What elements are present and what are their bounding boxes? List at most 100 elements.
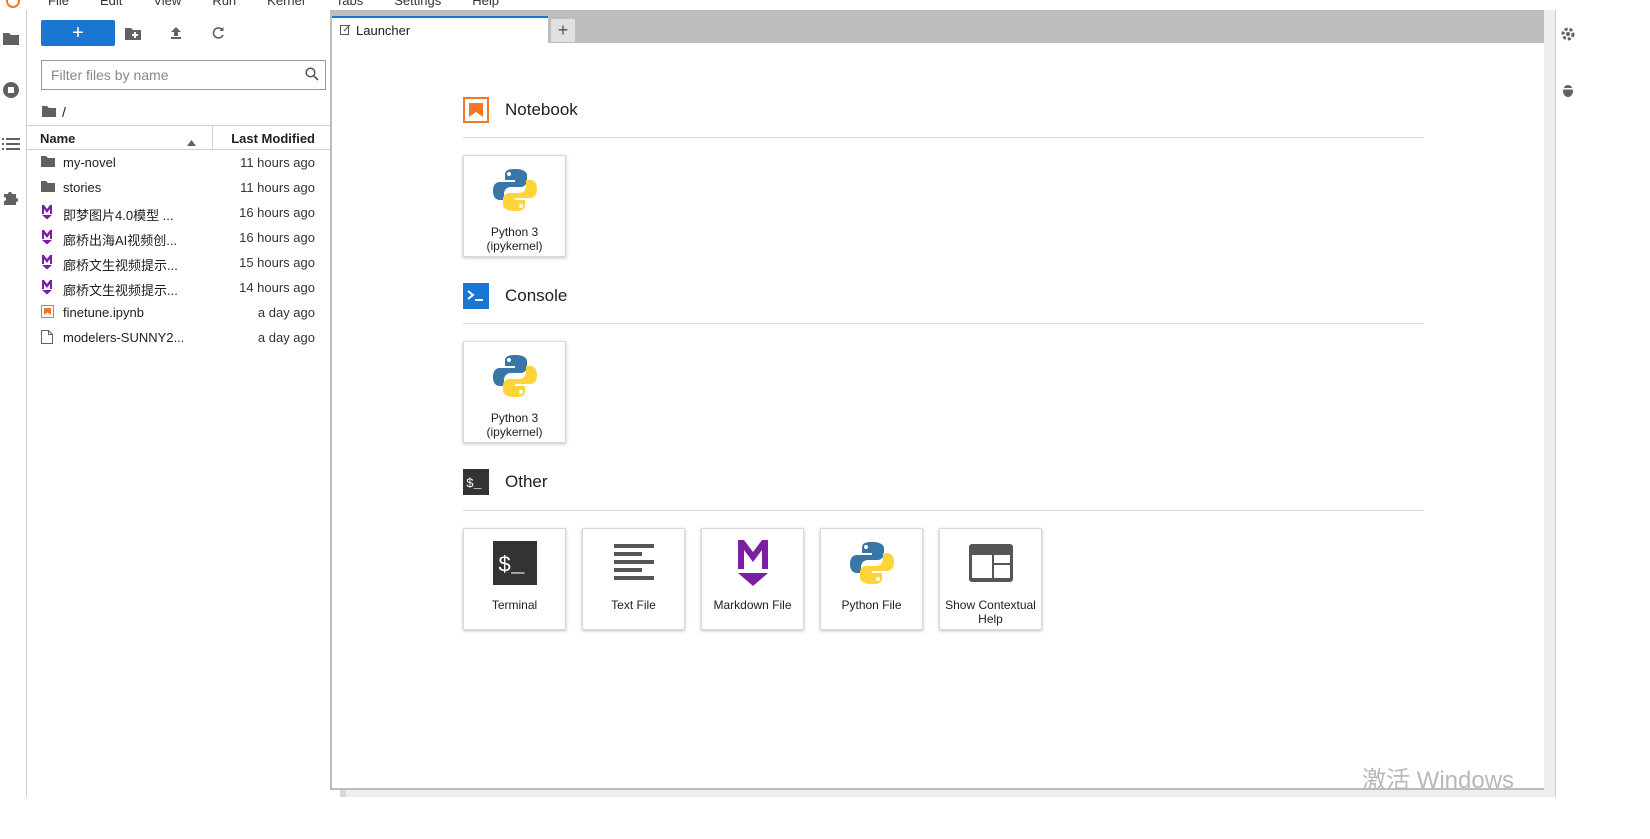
launcher-card-python-file[interactable]: Python File: [820, 528, 923, 630]
sort-ascending-icon[interactable]: [187, 134, 196, 149]
menubar: File Edit View Run Kernel Tabs Settings …: [0, 0, 1650, 10]
folder-icon[interactable]: [1, 28, 21, 48]
status-bar: [0, 797, 1650, 839]
file-filter-input[interactable]: [42, 61, 282, 89]
modified-column-header[interactable]: Last Modified: [231, 131, 315, 146]
right-sidebar: [1555, 10, 1650, 839]
markdown-file-icon: [41, 205, 55, 220]
add-tab-button[interactable]: +: [550, 18, 576, 43]
launcher-card-console-python3[interactable]: Python 3 (ipykernel): [463, 341, 566, 443]
menu-run[interactable]: Run: [212, 0, 236, 10]
markdown-file-icon: [41, 255, 55, 270]
launcher-card-markdown-file[interactable]: Markdown File: [701, 528, 804, 630]
debugger-icon[interactable]: [1561, 82, 1575, 103]
search-icon[interactable]: [305, 67, 319, 86]
menu-help[interactable]: Help: [472, 0, 499, 10]
section-console: Console: [463, 283, 567, 309]
file-modified: 16 hours ago: [239, 230, 315, 245]
file-filter-box: [41, 60, 326, 90]
section-notebook: Notebook: [463, 97, 578, 123]
contextual-help-icon: [967, 537, 1015, 589]
markdown-file-icon: [41, 230, 55, 245]
file-name: 廊桥文生视频提示...: [63, 283, 178, 298]
card-label: Markdown File: [713, 598, 792, 612]
file-name: modelers-SUNNY2...: [63, 330, 183, 345]
file-name: 廊桥文生视频提示...: [63, 258, 178, 273]
new-folder-icon[interactable]: [123, 23, 143, 43]
tab-launcher-label: Launcher: [356, 23, 411, 38]
file-modified: 11 hours ago: [240, 180, 315, 195]
python-icon: [491, 164, 539, 216]
file-row[interactable]: 廊桥文生视频提示... 15 hours ago: [27, 250, 340, 275]
file-browser: + / Name Last Modifi: [27, 10, 340, 839]
file-row[interactable]: modelers-SUNNY2... a day ago: [27, 325, 340, 350]
file-row[interactable]: finetune.ipynb a day ago: [27, 300, 340, 325]
home-folder-icon[interactable]: [42, 104, 56, 120]
terminal-icon: $_: [491, 537, 539, 589]
property-inspector-icon[interactable]: [1561, 26, 1575, 47]
python-icon: [848, 537, 896, 589]
menu-file[interactable]: File: [48, 0, 69, 10]
section-notebook-title: Notebook: [505, 100, 578, 119]
menu-edit[interactable]: Edit: [100, 0, 122, 10]
folder-icon: [41, 155, 55, 169]
running-icon[interactable]: [1, 80, 21, 100]
card-label: Python 3 (ipykernel): [486, 411, 543, 439]
file-modified: a day ago: [257, 330, 315, 345]
toc-icon[interactable]: [1, 134, 21, 154]
menu-kernel[interactable]: Kernel: [267, 0, 305, 10]
jupyter-logo-icon: [6, 0, 20, 8]
section-divider: [463, 137, 1424, 138]
launcher-card-notebook-python3[interactable]: Python 3 (ipykernel): [463, 155, 566, 257]
python-icon: [491, 350, 539, 402]
launcher-card-text-file[interactable]: Text File: [582, 528, 685, 630]
upload-icon[interactable]: [166, 23, 186, 43]
tab-bar: Launcher +: [332, 16, 576, 43]
file-name: 廊桥出海AI视频创...: [63, 233, 178, 248]
file-row[interactable]: 即梦图片4.0模型 ... 16 hours ago: [27, 200, 340, 225]
folder-icon: [41, 180, 55, 194]
markdown-icon: [729, 537, 777, 589]
text-file-icon: [610, 537, 658, 589]
launcher-card-contextual-help[interactable]: Show Contextual Help: [939, 528, 1042, 630]
tab-launcher[interactable]: Launcher: [332, 16, 548, 43]
notebook-file-icon: [41, 305, 55, 319]
file-name: stories: [63, 180, 102, 195]
section-other-title: Other: [505, 472, 548, 491]
breadcrumb-path[interactable]: /: [62, 104, 66, 120]
refresh-icon[interactable]: [208, 23, 228, 43]
breadcrumb: /: [42, 104, 66, 120]
file-modified: 11 hours ago: [240, 155, 315, 170]
extension-icon[interactable]: [1, 187, 21, 207]
markdown-file-icon: [41, 280, 55, 295]
file-row[interactable]: 廊桥出海AI视频创... 16 hours ago: [27, 225, 340, 250]
file-name: my-novel: [63, 155, 116, 170]
column-divider[interactable]: [212, 126, 213, 149]
card-label: Python 3 (ipykernel): [486, 225, 543, 253]
menu-tabs[interactable]: Tabs: [336, 0, 363, 10]
file-list-header: Name Last Modified: [27, 125, 340, 150]
file-modified: 16 hours ago: [239, 205, 315, 220]
file-modified: 14 hours ago: [239, 280, 315, 295]
card-label: Text File: [611, 598, 656, 612]
launcher-panel: Notebook Python 3 (ipykernel) Console Py…: [332, 43, 1544, 788]
file-row[interactable]: 廊桥文生视频提示... 14 hours ago: [27, 275, 340, 300]
file-row[interactable]: my-novel 11 hours ago: [27, 150, 340, 175]
file-icon: [41, 330, 55, 344]
svg-text:$_: $_: [498, 553, 525, 578]
section-divider: [463, 323, 1424, 324]
file-modified: a day ago: [257, 305, 315, 320]
file-name: finetune.ipynb: [63, 305, 144, 320]
file-modified: 15 hours ago: [239, 255, 315, 270]
file-list: my-novel 11 hours ago stories 11 hours ago 即…: [27, 150, 340, 350]
name-column-header[interactable]: Name: [40, 131, 75, 146]
card-label: Python File: [841, 598, 902, 612]
menu-settings[interactable]: Settings: [394, 0, 441, 10]
activity-bar: [0, 10, 27, 839]
notebook-icon: [463, 97, 489, 123]
file-name: 即梦图片4.0模型 ...: [63, 208, 174, 223]
menu-view[interactable]: View: [153, 0, 181, 10]
launcher-card-terminal[interactable]: $_ Terminal: [463, 528, 566, 630]
file-row[interactable]: stories 11 hours ago: [27, 175, 340, 200]
new-launcher-button[interactable]: +: [41, 20, 115, 46]
